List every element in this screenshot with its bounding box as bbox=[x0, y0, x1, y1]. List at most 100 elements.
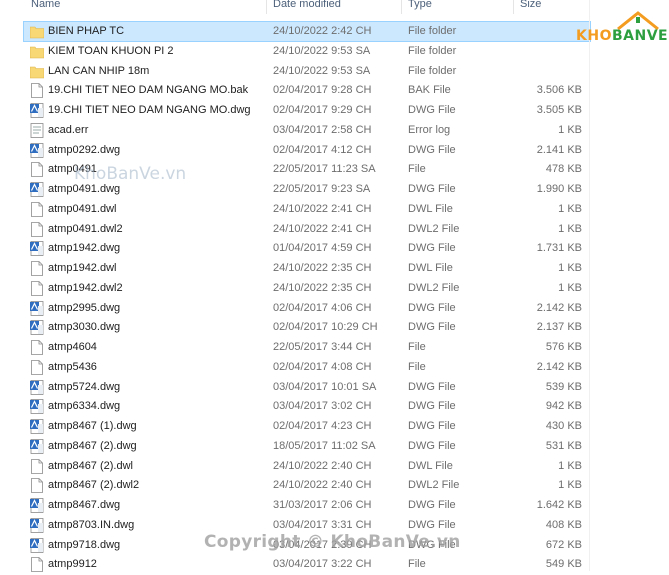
folder-row[interactable]: KIEM TOAN KHUON PI 2 24/10/2022 9:53 SA Fi… bbox=[24, 42, 590, 61]
file-row[interactable]: atmp8467 (2).dwg 18/05/2017 11:02 SA DWG F… bbox=[24, 437, 590, 456]
column-header-date[interactable]: Date modified bbox=[273, 0, 341, 14]
file-type: DWG File bbox=[408, 321, 456, 334]
file-date-modified: 22/05/2017 3:44 CH bbox=[273, 341, 372, 353]
dwg-icon bbox=[30, 379, 44, 395]
file-row[interactable]: atmp1942.dwg 01/04/2017 4:59 CH DWG File 1.… bbox=[24, 239, 590, 258]
file-size: 1.990 KB bbox=[536, 183, 582, 195]
file-size: 1 KB bbox=[558, 262, 582, 274]
file-date-modified: 22/05/2017 11:23 SA bbox=[273, 163, 376, 176]
column-header-bar: Name Date modified Type Size bbox=[0, 0, 590, 14]
file-row[interactable]: atmp8467 (1).dwg 02/04/2017 4:23 CH DWG Fi… bbox=[24, 417, 590, 436]
file-row[interactable]: atmp8467.dwg 31/03/2017 2:06 CH DWG File 1.… bbox=[24, 496, 590, 515]
file-type: DWL2 File bbox=[408, 222, 460, 235]
file-type: File bbox=[408, 360, 426, 373]
khobanve-logo: KHOBANVE bbox=[576, 10, 668, 50]
file-size: 549 KB bbox=[545, 558, 582, 571]
file-date-modified: 03/04/2017 10:01 SA bbox=[273, 380, 377, 393]
file-icon bbox=[30, 340, 44, 355]
file-name: atmp0292.dwg bbox=[48, 143, 121, 156]
file-name: atmp1942.dwg bbox=[48, 242, 121, 255]
dwg-icon bbox=[30, 399, 44, 415]
file-date-modified: 22/05/2017 9:23 SA bbox=[273, 183, 371, 195]
log-icon bbox=[30, 122, 44, 138]
dwg-icon bbox=[30, 517, 44, 533]
file-date-modified: 24/10/2022 2:40 CH bbox=[273, 459, 372, 472]
file-row[interactable]: 19.CHI TIET NEO DAM NGANG MO.dwg 02/04/20… bbox=[24, 101, 590, 120]
file-row[interactable]: atmp8467 (2).dwl 24/10/2022 2:40 CH DWL Fi… bbox=[24, 457, 590, 476]
file-date-modified: 24/10/2022 2:42 CH bbox=[273, 25, 372, 37]
file-name: atmp5724.dwg bbox=[48, 380, 121, 393]
file-row[interactable]: acad.err 03/04/2017 2:58 CH Error log 1 KB bbox=[24, 121, 590, 140]
column-divider[interactable] bbox=[401, 0, 402, 14]
file-name: atmp1942.dwl2 bbox=[48, 281, 123, 294]
file-row[interactable]: atmp2995.dwg 02/04/2017 4:06 CH DWG File 2.… bbox=[24, 299, 590, 318]
dwg-icon bbox=[30, 142, 44, 158]
file-type: DWG File bbox=[408, 301, 456, 314]
file-date-modified: 03/04/2017 2:58 CH bbox=[273, 123, 372, 136]
file-name: atmp9912 bbox=[48, 558, 97, 571]
column-header-type[interactable]: Type bbox=[408, 0, 432, 14]
file-date-modified: 01/04/2017 4:59 CH bbox=[273, 242, 372, 255]
file-row[interactable]: atmp0491.dwl2 24/10/2022 2:41 CH DWL2 File… bbox=[24, 220, 590, 239]
file-row[interactable]: atmp6334.dwg 03/04/2017 3:02 CH DWG File 94… bbox=[24, 397, 590, 416]
column-divider[interactable] bbox=[513, 0, 514, 14]
file-date-modified: 02/04/2017 4:12 CH bbox=[273, 143, 372, 156]
file-row[interactable]: atmp0491.dwl 24/10/2022 2:41 CH DWL File 1 … bbox=[24, 200, 590, 219]
file-size: 942 KB bbox=[545, 400, 582, 413]
file-name: atmp9718.dwg bbox=[48, 538, 121, 551]
house-roof-icon bbox=[617, 11, 659, 30]
file-type: DWG File bbox=[408, 400, 456, 413]
file-row[interactable]: 19.CHI TIET NEO DAM NGANG MO.bak 02/04/20… bbox=[24, 81, 590, 100]
dwg-icon bbox=[30, 320, 44, 336]
column-header-name[interactable]: Name bbox=[31, 0, 60, 14]
file-row[interactable]: atmp5436 02/04/2017 4:08 CH File 2.142 KB bbox=[24, 358, 590, 377]
folder-row[interactable]: LAN CAN NHIP 18m 24/10/2022 9:53 SA File f… bbox=[24, 62, 590, 81]
file-name: atmp6334.dwg bbox=[48, 400, 121, 413]
dwg-icon bbox=[30, 103, 44, 118]
file-date-modified: 03/04/2017 3:02 CH bbox=[273, 400, 372, 413]
logo-text: KHOBANVE bbox=[576, 28, 669, 44]
file-type: File folder bbox=[408, 44, 457, 57]
file-type: File folder bbox=[408, 25, 457, 37]
dwg-icon bbox=[30, 537, 44, 553]
file-icon bbox=[30, 359, 44, 375]
file-icon bbox=[30, 478, 44, 494]
file-row[interactable]: atmp8467 (2).dwl2 24/10/2022 2:40 CH DWL2 … bbox=[24, 476, 590, 495]
file-size: 1 KB bbox=[558, 479, 582, 492]
file-row[interactable]: atmp5724.dwg 03/04/2017 10:01 SA DWG File 5… bbox=[24, 378, 590, 397]
file-size: 1 KB bbox=[558, 202, 582, 215]
file-row[interactable]: atmp4604 22/05/2017 3:44 CH File 576 KB bbox=[24, 338, 590, 357]
column-header-size[interactable]: Size bbox=[520, 0, 541, 14]
file-date-modified: 02/04/2017 9:29 CH bbox=[273, 104, 372, 116]
copyright-watermark: Copyright © KhoBanVe.vn bbox=[204, 532, 461, 552]
file-row[interactable]: atmp0292.dwg 02/04/2017 4:12 CH DWG File 2.… bbox=[24, 141, 590, 160]
file-size: 2.142 KB bbox=[536, 301, 582, 314]
folder-icon bbox=[29, 24, 45, 39]
scrollbar-track[interactable] bbox=[589, 0, 590, 571]
file-date-modified: 02/04/2017 4:23 CH bbox=[273, 420, 372, 432]
file-type: DWG File bbox=[408, 420, 456, 432]
column-divider[interactable] bbox=[266, 0, 267, 14]
file-row[interactable]: atmp9912 03/04/2017 3:22 CH File 549 KB bbox=[24, 555, 590, 574]
dwg-icon bbox=[30, 498, 44, 513]
file-row[interactable]: atmp1942.dwl 24/10/2022 2:35 CH DWL File 1 … bbox=[24, 259, 590, 278]
file-type: DWL2 File bbox=[408, 281, 460, 294]
file-icon bbox=[30, 83, 44, 99]
file-row[interactable]: atmp1942.dwl2 24/10/2022 2:35 CH DWL2 File… bbox=[24, 279, 590, 298]
file-size: 478 KB bbox=[545, 163, 582, 176]
file-name: atmp3030.dwg bbox=[48, 321, 121, 334]
file-size: 531 KB bbox=[545, 439, 582, 452]
file-type: DWG File bbox=[408, 242, 456, 255]
file-type: File bbox=[408, 163, 426, 176]
file-date-modified: 24/10/2022 2:41 CH bbox=[273, 222, 372, 235]
folder-row[interactable]: BIEN PHAP TC 24/10/2022 2:42 CH File folde… bbox=[23, 21, 591, 42]
file-date-modified: 24/10/2022 9:53 SA bbox=[273, 64, 371, 77]
file-name: KIEM TOAN KHUON PI 2 bbox=[48, 44, 174, 57]
file-row[interactable]: atmp3030.dwg 02/04/2017 10:29 CH DWG File 2… bbox=[24, 318, 590, 337]
file-type: File folder bbox=[408, 64, 457, 77]
file-icon bbox=[30, 557, 44, 573]
file-name: atmp8467 (2).dwl bbox=[48, 459, 133, 472]
file-type: DWG File bbox=[408, 183, 456, 195]
file-type: DWG File bbox=[408, 104, 456, 116]
file-icon bbox=[30, 201, 44, 217]
